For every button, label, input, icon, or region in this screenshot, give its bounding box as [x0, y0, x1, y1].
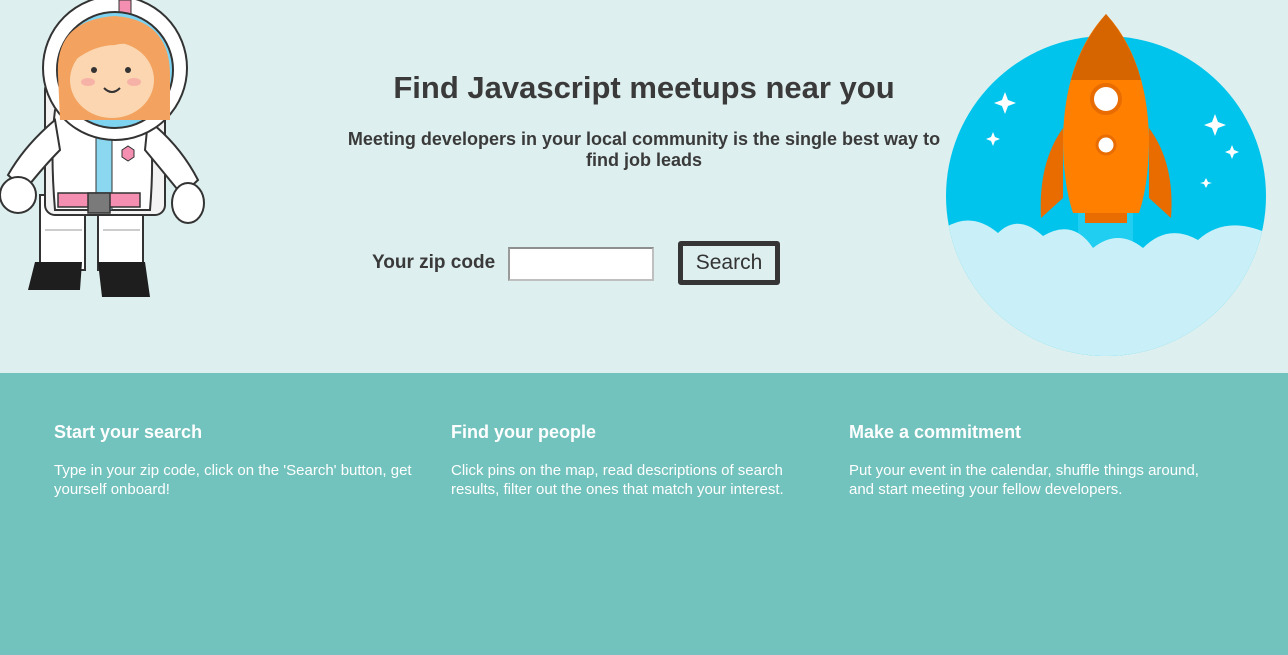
- hero-section: Find Javascript meetups near you Meeting…: [0, 0, 1288, 373]
- feature-text: Put your event in the calendar, shuffle …: [849, 462, 1199, 498]
- search-button[interactable]: Search: [678, 241, 780, 285]
- page: Find Javascript meetups near you Meeting…: [0, 0, 1288, 655]
- feature-title: Make a commitment: [849, 422, 1022, 442]
- feature-title: Find your people: [451, 422, 597, 442]
- feature-text: Click pins on the map, read descriptions…: [451, 462, 784, 498]
- feature-make-commitment: Make a commitment Put your event in the …: [849, 421, 1219, 499]
- astronaut-illustration: [0, 0, 205, 297]
- feature-text: Type in your zip code, click on the 'Sea…: [54, 462, 412, 498]
- page-subtitle: Meeting developers in your local communi…: [347, 129, 941, 170]
- rocket-illustration: [946, 14, 1266, 356]
- feature-start-search: Start your search Type in your zip code,…: [54, 421, 424, 499]
- zip-code-label: Your zip code: [372, 252, 496, 273]
- feature-find-people: Find your people Click pins on the map, …: [451, 421, 821, 499]
- zip-code-input[interactable]: [508, 247, 654, 281]
- features-section: Start your search Type in your zip code,…: [0, 373, 1288, 655]
- page-title: Find Javascript meetups near you: [393, 70, 895, 105]
- feature-title: Start your search: [54, 422, 203, 442]
